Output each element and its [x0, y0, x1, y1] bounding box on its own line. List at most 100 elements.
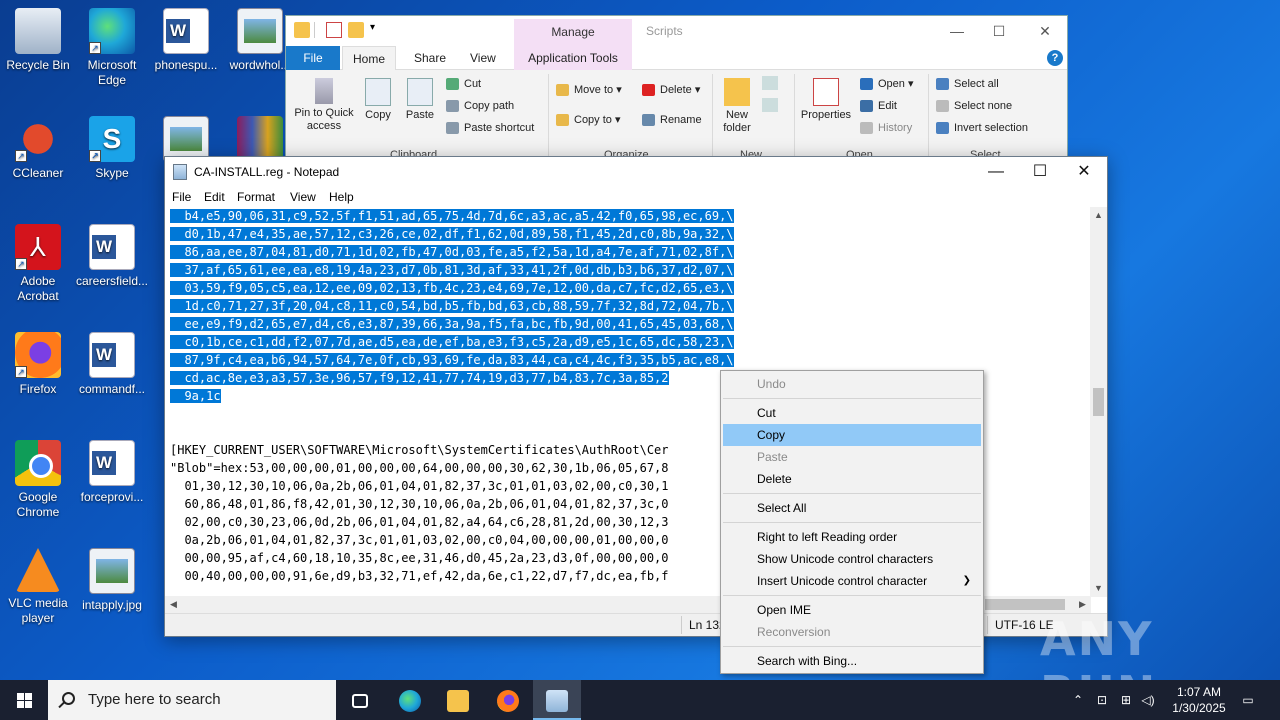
desktop-icon-chrome[interactable]: Google Chrome [0, 440, 76, 520]
context-menu-item-search-with-bing[interactable]: Search with Bing... [723, 650, 981, 672]
vertical-scrollbar[interactable]: ▲ ▼ [1090, 207, 1107, 597]
context-menu-item-reconversion[interactable]: Reconversion [723, 621, 981, 643]
new-folder-quick-icon[interactable] [348, 22, 364, 38]
taskbar-firefox[interactable] [484, 680, 532, 720]
history-button[interactable]: History [860, 120, 912, 136]
desktop-icon-acrobat[interactable]: ⅄ ↗ Adobe Acrobat [0, 224, 76, 304]
task-view-button[interactable] [336, 680, 384, 720]
copy-button[interactable]: Copy [360, 78, 396, 122]
scroll-right-icon[interactable]: ▶ [1074, 596, 1091, 613]
desktop-icon-careersfield[interactable]: careersfield... [74, 224, 150, 289]
taskbar-notepad[interactable] [533, 680, 581, 720]
submenu-arrow-icon: ❯ [962, 575, 971, 586]
properties-quick-icon[interactable] [326, 22, 342, 38]
context-menu-item-paste[interactable]: Paste [723, 446, 981, 468]
text-line: d0,1b,47,e4,35,ae,57,12,c3,26,ce,02,df,f… [170, 225, 1091, 243]
context-menu-item-delete[interactable]: Delete [723, 468, 981, 490]
select-none-button[interactable]: Select none [936, 98, 1012, 114]
desktop-icon-intapply[interactable]: intapply.jpg [74, 548, 150, 613]
context-menu-item-cut[interactable]: Cut [723, 402, 981, 424]
menu-separator [723, 595, 981, 596]
desktop-icon-forceprovi[interactable]: forceprovi... [74, 440, 150, 505]
tray-overflow-icon[interactable]: ⌃ [1070, 680, 1086, 720]
taskbar-file-explorer[interactable] [434, 680, 482, 720]
quick-access-dropdown-icon[interactable]: ▾ [370, 22, 375, 33]
scroll-left-icon[interactable]: ◀ [165, 596, 182, 613]
minimize-button[interactable]: — [936, 20, 978, 42]
paste-button[interactable]: Paste [402, 78, 438, 122]
new-item-icon[interactable] [762, 76, 778, 90]
context-menu-item-show-unicode-control-characters[interactable]: Show Unicode control characters [723, 548, 981, 570]
rename-button[interactable]: Rename [642, 112, 702, 128]
hscroll-thumb[interactable] [985, 599, 1065, 610]
context-menu-item-copy[interactable]: Copy [723, 424, 981, 446]
context-menu: Undo Cut Copy Paste Delete Select All Right to… [720, 370, 984, 674]
paste-shortcut-button[interactable]: Paste shortcut [446, 120, 534, 136]
tab-share[interactable]: Share [404, 46, 456, 70]
menu-help[interactable]: Help [329, 190, 354, 204]
tab-file[interactable]: File [286, 46, 340, 70]
vlc-icon [16, 548, 60, 592]
desktop-icon-ccleaner[interactable]: ↗ CCleaner [0, 116, 76, 181]
volume-icon[interactable]: ◁) [1140, 680, 1156, 720]
taskbar-search[interactable]: Type here to search [48, 680, 336, 720]
scroll-thumb[interactable] [1093, 388, 1104, 416]
new-folder-button[interactable]: New folder [716, 78, 758, 135]
taskbar-edge[interactable] [386, 680, 434, 720]
select-all-button[interactable]: Select all [936, 76, 999, 92]
easy-access-icon[interactable] [762, 98, 778, 112]
context-menu-item-open-ime[interactable]: Open IME [723, 599, 981, 621]
manage-tab[interactable]: Manage [514, 19, 632, 46]
pin-quick-access-button[interactable]: Pin to Quick access [290, 78, 358, 133]
open-button[interactable]: Open ▾ [860, 76, 914, 92]
delete-button[interactable]: Delete ▾ [642, 82, 700, 98]
clock-time: 1:07 AM [1176, 685, 1222, 699]
desktop-icon-recycle-bin[interactable]: Recycle Bin [0, 8, 76, 73]
selected-text: 9a,1c [170, 389, 221, 403]
file-explorer-window[interactable]: ▾ Manage Scripts — ☐ ✕ File Home Share V… [285, 15, 1068, 165]
clock[interactable]: 1:07 AM 1/30/2025 [1160, 684, 1238, 716]
start-button[interactable] [0, 680, 48, 720]
selected-text: b4,e5,90,06,31,c9,52,5f,f1,51,ad,65,75,4… [170, 209, 734, 223]
help-icon[interactable]: ? [1047, 50, 1063, 66]
copy-to-button[interactable]: Copy to ▾ [556, 112, 621, 128]
tab-application-tools[interactable]: Application Tools [514, 46, 632, 70]
tab-home[interactable]: Home [342, 46, 397, 70]
search-placeholder: Type here to search [88, 691, 221, 708]
close-button[interactable]: ✕ [1024, 20, 1066, 42]
notifications-icon[interactable]: ▭ [1240, 680, 1256, 720]
edit-button[interactable]: Edit [860, 98, 897, 114]
chrome-icon [15, 440, 61, 486]
desktop-icon-commandf[interactable]: commandf... [74, 332, 150, 397]
desktop-icon-skype[interactable]: S ↗ Skype [74, 116, 150, 181]
invert-selection-button[interactable]: Invert selection [936, 120, 1028, 136]
maximize-button[interactable]: ☐ [978, 20, 1020, 42]
menu-edit[interactable]: Edit [204, 190, 225, 204]
context-menu-item-undo[interactable]: Undo [723, 373, 981, 395]
context-menu-item-select-all[interactable]: Select All [723, 497, 981, 519]
scroll-down-icon[interactable]: ▼ [1090, 580, 1107, 597]
menu-view[interactable]: View [290, 190, 316, 204]
text-line: 86,aa,ee,87,04,81,d0,71,1d,02,fb,47,0d,0… [170, 243, 1091, 261]
move-to-button[interactable]: Move to ▾ [556, 82, 622, 98]
maximize-button[interactable]: ☐ [1017, 157, 1063, 187]
cut-button[interactable]: Cut [446, 76, 481, 92]
close-button[interactable]: ✕ [1061, 157, 1107, 187]
network-icon[interactable]: ⊞ [1118, 680, 1134, 720]
desktop-icon-firefox[interactable]: ↗ Firefox [0, 332, 76, 397]
scroll-up-icon[interactable]: ▲ [1090, 207, 1107, 224]
copy-path-button[interactable]: Copy path [446, 98, 514, 114]
clock-date: 1/30/2025 [1172, 701, 1226, 715]
network-status-icon[interactable]: ⊡ [1094, 680, 1110, 720]
menu-format[interactable]: Format [237, 190, 275, 204]
context-menu-item-insert-unicode-control-character[interactable]: Insert Unicode control character ❯ [723, 570, 981, 592]
desktop-icon-phonespu[interactable]: phonespu... [148, 8, 224, 73]
desktop-icon-edge[interactable]: ↗ Microsoft Edge [74, 8, 150, 88]
context-menu-item-right-to-left-reading-order[interactable]: Right to left Reading order [723, 526, 981, 548]
minimize-button[interactable]: — [973, 157, 1019, 187]
selected-text: 03,59,f9,05,c5,ea,12,ee,09,02,13,fb,4c,2… [170, 281, 734, 295]
properties-button[interactable]: Properties [798, 78, 854, 122]
menu-file[interactable]: File [172, 190, 191, 204]
tab-view[interactable]: View [460, 46, 506, 70]
desktop-icon-vlc[interactable]: VLC media player [0, 548, 76, 626]
